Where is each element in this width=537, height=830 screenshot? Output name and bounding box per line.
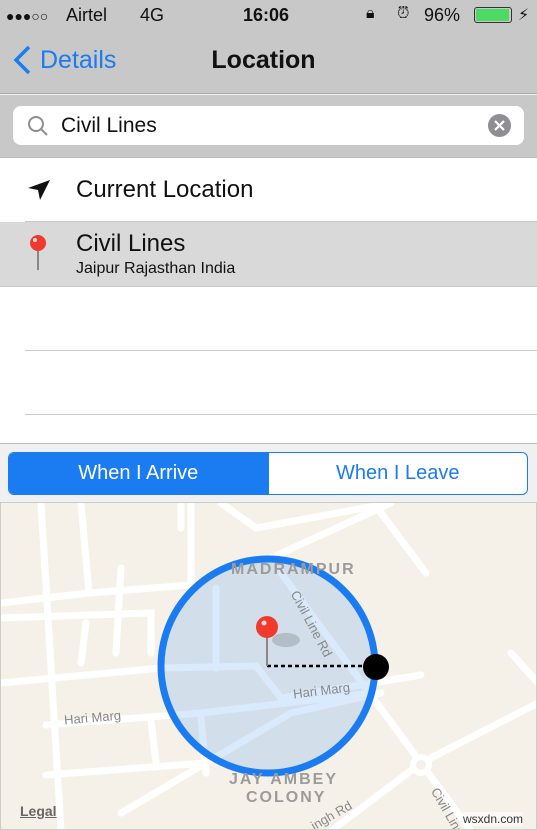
search-field[interactable]: [13, 106, 524, 145]
search-icon: [28, 116, 48, 136]
legal-link[interactable]: Legal: [20, 803, 57, 819]
area-label: JAY AMBEY: [229, 771, 338, 788]
area-label: COLONY: [246, 789, 327, 806]
charging-icon: ⚡︎: [518, 7, 530, 24]
search-input[interactable]: [61, 112, 461, 140]
map-pin-icon: [30, 235, 46, 270]
signal-strength: ●●●○○: [6, 8, 49, 24]
clock: 16:06: [243, 5, 290, 25]
divider: [25, 350, 537, 351]
list-item-current-location[interactable]: Current Location: [0, 158, 537, 222]
radius-drag-handle[interactable]: [363, 654, 389, 680]
map-pin-icon[interactable]: [256, 616, 278, 638]
location-results-list: Current Location Civil Lines Jaipur Raja…: [0, 158, 537, 444]
chevron-left-icon: [13, 45, 31, 75]
list-item-result[interactable]: Civil Lines Jaipur Rajasthan India: [0, 222, 537, 286]
location-arrow-icon: [28, 180, 50, 200]
rotation-lock-icon: 🔒︎: [366, 5, 375, 22]
alarm-icon: ⏰︎: [397, 5, 410, 22]
navigation-bar: Location Details: [0, 30, 537, 94]
carrier: Airtel: [66, 5, 108, 25]
back-button[interactable]: Details: [12, 44, 116, 76]
result-title: Civil Lines: [76, 230, 186, 257]
current-location-label: Current Location: [76, 176, 254, 203]
map-view[interactable]: MADRAMPUR JAY AMBEY COLONY Civil Line Rd…: [0, 502, 537, 830]
search-bar: [0, 95, 537, 158]
network-type: 4G: [140, 5, 165, 25]
status-bar: ●●●○○ Airtel 4G 16:06 🔒︎ ⏰︎ 96% ⚡︎: [0, 0, 537, 30]
divider: [0, 286, 537, 287]
divider: [25, 414, 537, 415]
watermark: wsxdn.com: [463, 812, 524, 826]
back-label: Details: [40, 45, 117, 74]
area-label: MADRAMPUR: [231, 561, 356, 578]
result-subtitle: Jaipur Rajasthan India: [76, 260, 236, 277]
clear-search-icon[interactable]: [488, 114, 511, 137]
geofence-trigger-control: When I Arrive When I Leave: [8, 452, 528, 495]
battery-percent: 96%: [424, 5, 461, 25]
segment-when-i-leave[interactable]: When I Leave: [267, 453, 528, 494]
battery-icon: [474, 7, 512, 23]
segment-when-i-arrive[interactable]: When I Arrive: [9, 453, 268, 494]
